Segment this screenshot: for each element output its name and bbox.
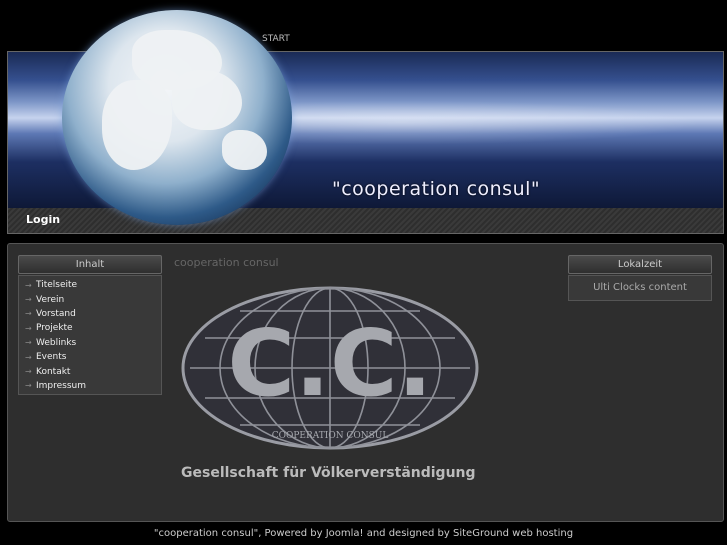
menu-item-label: Impressum — [36, 380, 87, 391]
menu-item-events[interactable]: → Events — [19, 350, 161, 364]
menu-item-kontakt[interactable]: → Kontakt — [19, 364, 161, 378]
login-link[interactable]: Login — [26, 213, 60, 226]
logo-ring-text: COOPERATION CONSUL — [272, 431, 389, 441]
menu-item-weblinks[interactable]: → Weblinks — [19, 336, 161, 350]
arrow-right-icon: → — [25, 295, 32, 305]
menu-item-label: Projekte — [36, 323, 73, 334]
clock-module-header: Lokalzeit — [568, 255, 712, 274]
arrow-right-icon: → — [25, 323, 32, 333]
clock-module-body: Ulti Clocks content — [568, 275, 712, 301]
menu-item-label: Titelseite — [36, 280, 78, 291]
arrow-right-icon: → — [25, 367, 32, 377]
content-title: cooperation consul — [174, 256, 279, 269]
menu-item-verein[interactable]: → Verein — [19, 292, 161, 306]
menu-module-header: Inhalt — [18, 255, 162, 274]
footer-credits: "cooperation consul", Powered by Joomla!… — [153, 528, 574, 539]
menu-item-label: Vorstand — [36, 308, 76, 319]
arrow-right-icon: → — [25, 309, 32, 319]
arrow-right-icon: → — [25, 381, 32, 391]
main-menu: → Titelseite → Verein → Vorstand → Projekte → Web… — [18, 275, 162, 395]
logo-letters: C.C. — [228, 310, 433, 417]
menu-item-label: Verein — [36, 294, 65, 305]
arrow-right-icon: → — [25, 338, 32, 348]
globe-image — [62, 10, 292, 225]
menu-item-titelseite[interactable]: → Titelseite — [19, 278, 161, 292]
menu-item-vorstand[interactable]: → Vorstand — [19, 307, 161, 321]
menu-item-impressum[interactable]: → Impressum — [19, 379, 161, 393]
arrow-right-icon: → — [25, 280, 32, 290]
menu-item-projekte[interactable]: → Projekte — [19, 321, 161, 335]
cc-logo: C.C. COOPERATION CONSUL — [181, 286, 479, 450]
content-subtitle: Gesellschaft für Völkerverständigung — [181, 465, 476, 481]
menu-item-label: Events — [36, 352, 67, 363]
arrow-right-icon: → — [25, 352, 32, 362]
menu-item-label: Kontakt — [36, 366, 71, 377]
menu-item-label: Weblinks — [36, 337, 77, 348]
site-tagline: "cooperation consul" — [332, 178, 541, 200]
